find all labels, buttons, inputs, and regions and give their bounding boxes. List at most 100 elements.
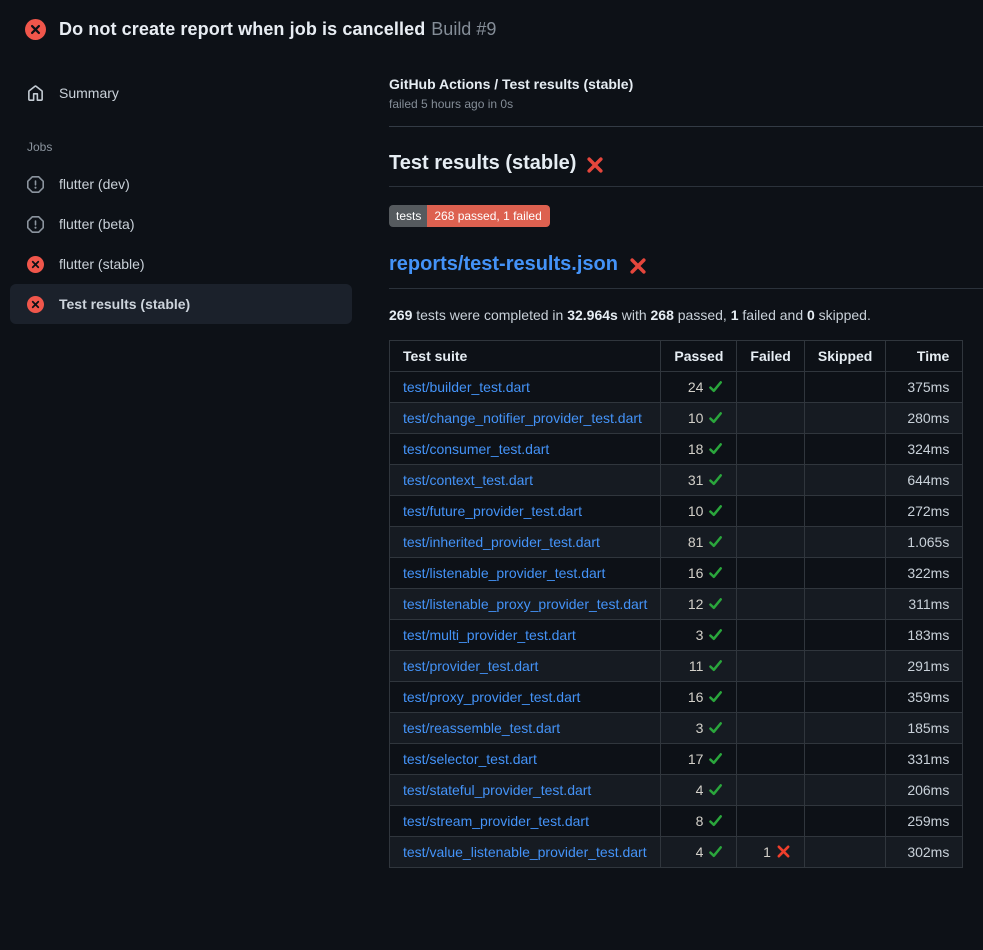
home-icon: [27, 85, 44, 102]
report-heading: reports/test-results.json: [389, 253, 983, 289]
passed-cell: 10: [661, 496, 737, 527]
col-passed: Passed: [661, 341, 737, 372]
test-suite-link[interactable]: test/consumer_test.dart: [403, 441, 549, 457]
suite-cell: test/listenable_proxy_provider_test.dart: [390, 589, 661, 620]
time-cell: 302ms: [886, 837, 963, 868]
passed-cell: 3: [661, 713, 737, 744]
test-suite-link[interactable]: test/multi_provider_test.dart: [403, 627, 576, 643]
x-circle-fill-icon: [27, 256, 44, 273]
failed-cell: [737, 434, 804, 465]
test-suite-link[interactable]: test/listenable_provider_test.dart: [403, 565, 605, 581]
x-mark-icon: [776, 844, 791, 859]
time-cell: 324ms: [886, 434, 963, 465]
table-row: test/context_test.dart 31 644ms: [390, 465, 963, 496]
passed-cell: 81: [661, 527, 737, 558]
passed-cell: 12: [661, 589, 737, 620]
test-suite-link[interactable]: test/stream_provider_test.dart: [403, 813, 589, 829]
passed-cell: 3: [661, 620, 737, 651]
passed-cell: 4: [661, 837, 737, 868]
table-header-row: Test suite Passed Failed Skipped Time: [390, 341, 963, 372]
test-suite-link[interactable]: test/provider_test.dart: [403, 658, 538, 674]
passed-cell: 11: [661, 651, 737, 682]
time-cell: 644ms: [886, 465, 963, 496]
test-suite-link[interactable]: test/value_listenable_provider_test.dart: [403, 844, 647, 860]
report-file-link[interactable]: reports/test-results.json: [389, 253, 618, 276]
skipped-cell: [804, 589, 885, 620]
tests-badge: tests268 passed, 1 failed: [389, 205, 550, 227]
sidebar-job-item[interactable]: flutter (stable): [10, 244, 352, 284]
table-row: test/value_listenable_provider_test.dart…: [390, 837, 963, 868]
suite-cell: test/consumer_test.dart: [390, 434, 661, 465]
time-cell: 183ms: [886, 620, 963, 651]
table-row: test/builder_test.dart 24 375ms: [390, 372, 963, 403]
sidebar-job-item[interactable]: flutter (dev): [10, 164, 352, 204]
failed-cell: [737, 558, 804, 589]
job-status-icon-slot: [27, 256, 44, 273]
badge-label: tests: [389, 205, 427, 227]
sidebar-summary-label: Summary: [59, 85, 119, 101]
sidebar: Summary Jobs flutter (dev) flutter (beta…: [0, 56, 389, 324]
suite-cell: test/inherited_provider_test.dart: [390, 527, 661, 558]
job-status-line: failed 5 hours ago in 0s: [389, 97, 983, 111]
check-icon: [708, 534, 723, 549]
test-suite-link[interactable]: test/stateful_provider_test.dart: [403, 782, 591, 798]
passed-cell: 16: [661, 682, 737, 713]
check-icon: [708, 627, 723, 642]
test-suite-link[interactable]: test/selector_test.dart: [403, 751, 537, 767]
check-icon: [708, 689, 723, 704]
table-row: test/reassemble_test.dart 3 185ms: [390, 713, 963, 744]
skipped-cell: [804, 806, 885, 837]
sidebar-job-item[interactable]: flutter (beta): [10, 204, 352, 244]
test-suite-link[interactable]: test/context_test.dart: [403, 472, 533, 488]
failed-cell: 1: [737, 837, 804, 868]
passed-cell: 8: [661, 806, 737, 837]
test-suite-link[interactable]: test/proxy_provider_test.dart: [403, 689, 580, 705]
passed-cell: 31: [661, 465, 737, 496]
time-cell: 206ms: [886, 775, 963, 806]
test-suite-link[interactable]: test/inherited_provider_test.dart: [403, 534, 600, 550]
time-cell: 322ms: [886, 558, 963, 589]
suite-cell: test/stateful_provider_test.dart: [390, 775, 661, 806]
test-suite-link[interactable]: test/change_notifier_provider_test.dart: [403, 410, 642, 426]
x-circle-fill-icon: [25, 19, 46, 40]
job-status-icon-slot: [27, 176, 44, 193]
sidebar-item-summary[interactable]: Summary: [10, 73, 352, 113]
table-row: test/stream_provider_test.dart 8 259ms: [390, 806, 963, 837]
failed-cell: [737, 403, 804, 434]
failed-cell: [737, 775, 804, 806]
time-cell: 280ms: [886, 403, 963, 434]
main-content: GitHub Actions / Test results (stable) f…: [389, 56, 983, 868]
suite-cell: test/proxy_provider_test.dart: [390, 682, 661, 713]
passed-cell: 18: [661, 434, 737, 465]
failed-cell: [737, 620, 804, 651]
divider: [389, 126, 983, 127]
test-suite-link[interactable]: test/listenable_proxy_provider_test.dart: [403, 596, 647, 612]
time-cell: 272ms: [886, 496, 963, 527]
cancelled-stop-icon: [27, 216, 44, 233]
x-circle-fill-icon: [27, 296, 44, 313]
test-results-table: Test suite Passed Failed Skipped Time te…: [389, 340, 963, 868]
table-row: test/provider_test.dart 11 291ms: [390, 651, 963, 682]
check-icon: [708, 782, 723, 797]
table-row: test/proxy_provider_test.dart 16 359ms: [390, 682, 963, 713]
skipped-cell: [804, 713, 885, 744]
failed-cell: [737, 651, 804, 682]
sidebar-jobs-list: flutter (dev) flutter (beta) flutter (st…: [10, 164, 389, 324]
time-cell: 331ms: [886, 744, 963, 775]
test-suite-link[interactable]: test/reassemble_test.dart: [403, 720, 560, 736]
check-icon: [708, 658, 723, 673]
test-suite-link[interactable]: test/future_provider_test.dart: [403, 503, 582, 519]
table-row: test/selector_test.dart 17 331ms: [390, 744, 963, 775]
sidebar-job-item[interactable]: Test results (stable): [10, 284, 352, 324]
check-icon: [708, 472, 723, 487]
col-failed: Failed: [737, 341, 804, 372]
check-icon: [708, 751, 723, 766]
check-icon: [708, 844, 723, 859]
skipped-cell: [804, 403, 885, 434]
failed-cell: [737, 465, 804, 496]
table-row: test/stateful_provider_test.dart 4 206ms: [390, 775, 963, 806]
test-suite-link[interactable]: test/builder_test.dart: [403, 379, 530, 395]
jobs-heading: Jobs: [27, 140, 389, 154]
job-status-icon-slot: [27, 216, 44, 233]
time-cell: 291ms: [886, 651, 963, 682]
